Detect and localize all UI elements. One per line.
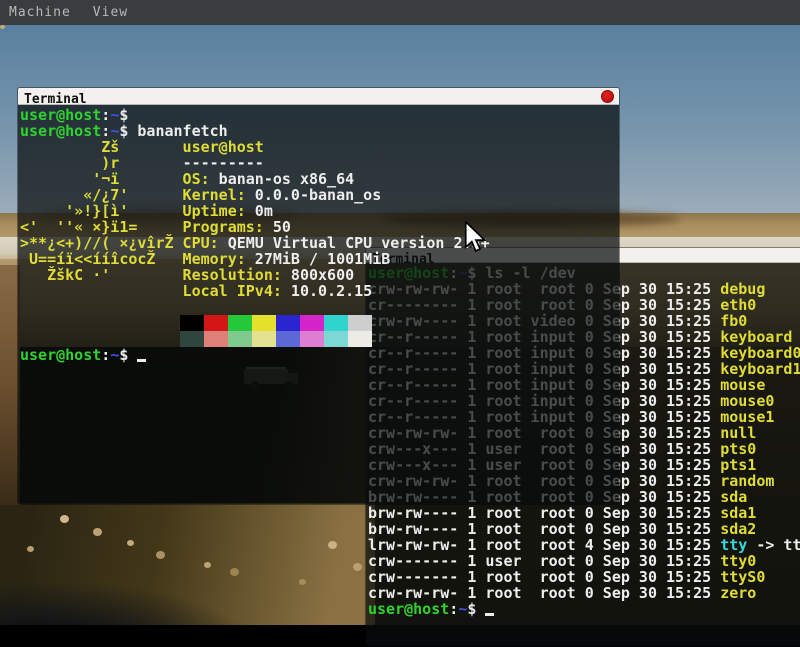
terminal-line — [20, 299, 619, 315]
terminal-line — [20, 315, 619, 331]
terminal-line: crw------- 1 root root 0 Sep 30 15:25 tt… — [368, 569, 800, 585]
terminal-window-1[interactable]: Terminal user@host:~$user@host:~$ bananf… — [17, 87, 620, 505]
terminal-line: crw-rw-rw- 1 root root 0 Sep 30 15:25 ze… — [368, 585, 800, 601]
terminal1-titlebar[interactable]: Terminal — [18, 88, 619, 105]
color-palette-block — [180, 331, 204, 347]
terminal-line: «/¿7' Kernel: 0.0.0-banan_os — [20, 187, 619, 203]
close-button-icon[interactable] — [601, 90, 614, 103]
color-palette-block — [180, 315, 204, 331]
mouse-cursor-icon — [462, 221, 488, 253]
wallpaper-dark-corner — [0, 580, 260, 625]
terminal-line — [20, 331, 619, 347]
color-palette-block — [252, 331, 276, 347]
color-palette-block — [252, 315, 276, 331]
menu-view[interactable]: View — [93, 5, 128, 20]
terminal-line: <' ''« ×}ï1= Programs: 50 — [20, 219, 619, 235]
color-palette-block — [276, 315, 300, 331]
terminal-line: '¬ï OS: banan-os x86_64 — [20, 171, 619, 187]
color-palette-block — [228, 315, 252, 331]
color-palette-block — [204, 331, 228, 347]
color-palette-block — [204, 315, 228, 331]
terminal-line: Local IPv4: 10.0.2.15 — [20, 283, 619, 299]
terminal-line: user@host:~$ bananfetch — [20, 123, 619, 139]
terminal1-content[interactable]: user@host:~$user@host:~$ bananfetch Zš u… — [18, 105, 619, 504]
terminal-line: )r --------- — [20, 155, 619, 171]
color-palette-block — [300, 331, 324, 347]
terminal-line: '»!}[ì' Uptime: 0m — [20, 203, 619, 219]
terminal-line: U==íï<<ííîcocŽ Memory: 27MiB / 1001MiB — [20, 251, 619, 267]
color-palette-block — [300, 315, 324, 331]
terminal-line: Zš user@host — [20, 139, 619, 155]
color-palette-block — [348, 315, 372, 331]
terminal-line: brw-rw---- 1 root root 0 Sep 30 15:25 sd… — [368, 505, 800, 521]
terminal-line: user@host:~$ — [368, 601, 800, 617]
vm-menubar: Machine View — [0, 0, 800, 25]
terminal-line: crw------- 1 user root 0 Sep 30 15:25 tt… — [368, 553, 800, 569]
color-palette-block — [324, 315, 348, 331]
terminal-line: user@host:~$ — [20, 107, 619, 123]
color-palette-block — [324, 331, 348, 347]
terminal-line: user@host:~$ — [20, 347, 619, 363]
wallpaper-rocks — [0, 25, 5, 29]
color-palette-block — [276, 331, 300, 347]
menu-machine[interactable]: Machine — [9, 5, 71, 20]
terminal-line: ŽškC ·' Resolution: 800x600 — [20, 267, 619, 283]
terminal-line: brw-rw---- 1 root root 0 Sep 30 15:25 sd… — [368, 521, 800, 537]
vm-screen: { "menubar": { "items": ["Machine", "Vie… — [0, 0, 800, 625]
color-palette-block — [228, 331, 252, 347]
terminal-line: lrw-rw-rw- 1 root root 4 Sep 30 15:25 tt… — [368, 537, 800, 553]
color-palette-block — [348, 331, 372, 347]
terminal-line: >**¿<+)//( ×¿vîrŽ CPU: QEMU Virtual CPU … — [20, 235, 619, 251]
